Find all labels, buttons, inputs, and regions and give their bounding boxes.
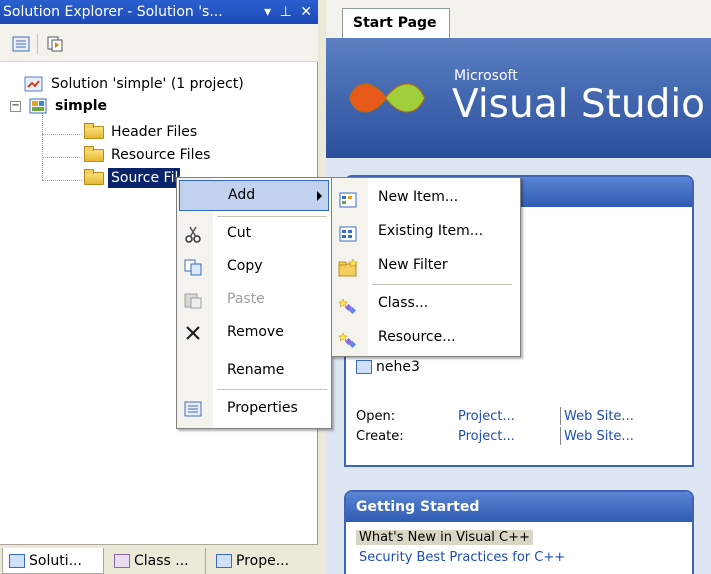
solution-explorer-title: Solution Explorer - Solution 's... — [3, 4, 223, 20]
menu-item-label: Remove — [227, 324, 284, 340]
paste-icon — [183, 290, 203, 309]
folder-icon — [84, 123, 104, 139]
security-best-practices-link[interactable]: Security Best Practices for C++ — [356, 550, 565, 565]
getting-started-panel: Getting Started What's New in Visual C++… — [344, 490, 694, 574]
tab-label: Class ... — [134, 553, 189, 569]
menu-item-paste[interactable]: Paste — [179, 284, 329, 315]
visual-studio-logo-icon — [348, 70, 426, 126]
solution-explorer-icon — [9, 554, 25, 568]
submenu-item-label: New Filter — [378, 257, 448, 273]
new-filter-folder-icon — [338, 256, 359, 277]
submenu-item-label: New Item... — [378, 189, 459, 205]
properties-toolbar-icon[interactable] — [12, 36, 30, 52]
tree-item-project[interactable]: − simple — [8, 96, 168, 116]
menu-item-label: Add — [228, 187, 256, 203]
add-submenu: New Item... Existing Item... New Filter … — [331, 177, 521, 357]
tree-connector — [42, 134, 82, 135]
submenu-item-label: Resource... — [378, 329, 456, 345]
folder-label: Header Files — [111, 124, 198, 140]
tab-label: Prope... — [236, 553, 290, 569]
create-label: Create: — [356, 429, 404, 444]
menu-item-copy[interactable]: Copy — [179, 251, 329, 282]
class-view-icon — [114, 554, 130, 568]
recent-project-item[interactable]: nehe3 — [356, 359, 420, 375]
cpp-project-icon — [28, 97, 50, 115]
menu-item-label: Rename — [227, 362, 285, 378]
menu-item-cut[interactable]: Cut — [179, 218, 329, 249]
property-manager-icon — [216, 554, 232, 568]
whats-new-link[interactable]: What's New in Visual C++ — [356, 530, 533, 545]
menu-item-label: Cut — [227, 225, 252, 241]
solution-icon — [24, 76, 44, 92]
existing-item-icon — [338, 222, 358, 242]
submenu-item-existing-item[interactable]: Existing Item... — [334, 214, 518, 248]
window-controls[interactable]: ▾ ⊥ ✕ — [264, 0, 314, 24]
menu-separator — [217, 216, 327, 217]
tree-connector — [42, 108, 43, 180]
create-website-link[interactable]: Web Site... — [564, 429, 634, 444]
folder-label: Resource Files — [111, 147, 211, 163]
getting-started-header: Getting Started — [346, 492, 692, 522]
link-divider — [560, 407, 561, 425]
solution-explorer-titlebar[interactable]: Solution Explorer - Solution 's... ▾ ⊥ ✕ — [0, 0, 318, 24]
menu-item-remove[interactable]: Remove — [179, 317, 329, 348]
submenu-item-class[interactable]: Class... — [334, 286, 518, 320]
resource-icon — [337, 328, 358, 349]
collapse-toggle-icon[interactable]: − — [10, 101, 21, 112]
tree-connector — [42, 157, 82, 158]
tree-connector — [42, 180, 82, 181]
tab-property-manager[interactable]: Prope... — [210, 548, 310, 574]
tab-label: Soluti... — [29, 553, 82, 569]
start-page-banner: Microsoft Visual Studio — [326, 38, 711, 158]
scissors-icon — [183, 224, 203, 243]
submenu-item-resource[interactable]: Resource... — [334, 320, 518, 354]
folder-icon — [84, 169, 104, 185]
open-website-link[interactable]: Web Site... — [564, 409, 634, 424]
open-label: Open: — [356, 409, 396, 424]
properties-icon — [183, 399, 203, 417]
link-divider — [560, 427, 561, 445]
submenu-item-new-filter[interactable]: New Filter — [334, 248, 518, 282]
class-icon — [337, 294, 358, 315]
tab-start-page[interactable]: Start Page — [342, 8, 450, 38]
folder-label-selected: Source Files — [107, 167, 181, 189]
submenu-arrow-icon — [317, 191, 322, 201]
remove-x-icon — [183, 323, 203, 341]
project-label: simple — [55, 98, 108, 114]
submenu-item-label: Existing Item... — [378, 223, 484, 239]
tab-solution-explorer[interactable]: Soluti... — [2, 548, 104, 574]
tab-class-view[interactable]: Class ... — [108, 548, 206, 574]
folder-icon — [84, 146, 104, 162]
recent-project-label: nehe3 — [376, 359, 420, 375]
open-project-link[interactable]: Project... — [458, 409, 515, 424]
menu-item-add[interactable]: Add — [179, 180, 329, 211]
visual-studio-product-text: Visual Studio — [452, 82, 706, 127]
document-tabstrip: Start Page — [326, 0, 711, 38]
solution-explorer-toolbar — [0, 24, 318, 62]
new-item-icon — [338, 188, 358, 208]
project-file-icon — [356, 360, 372, 374]
menu-item-rename[interactable]: Rename — [179, 355, 329, 386]
menu-item-properties[interactable]: Properties — [179, 393, 329, 424]
create-project-link[interactable]: Project... — [458, 429, 515, 444]
menu-separator — [372, 284, 512, 285]
menu-separator — [217, 389, 327, 390]
menu-item-label: Properties — [227, 400, 298, 416]
submenu-item-label: Class... — [378, 295, 429, 311]
menu-item-label: Copy — [227, 258, 263, 274]
context-menu: Add Cut Copy Paste Remove Rename Propert… — [176, 177, 332, 429]
explorer-bottom-tabs: Soluti... Class ... Prope... — [0, 544, 318, 574]
copy-icon — [183, 257, 203, 276]
show-all-files-icon[interactable] — [46, 36, 64, 52]
solution-label: Solution 'simple' (1 project) — [51, 76, 244, 92]
toolbar-divider — [37, 34, 38, 54]
menu-item-label: Paste — [227, 291, 265, 307]
submenu-item-new-item[interactable]: New Item... — [334, 180, 518, 214]
